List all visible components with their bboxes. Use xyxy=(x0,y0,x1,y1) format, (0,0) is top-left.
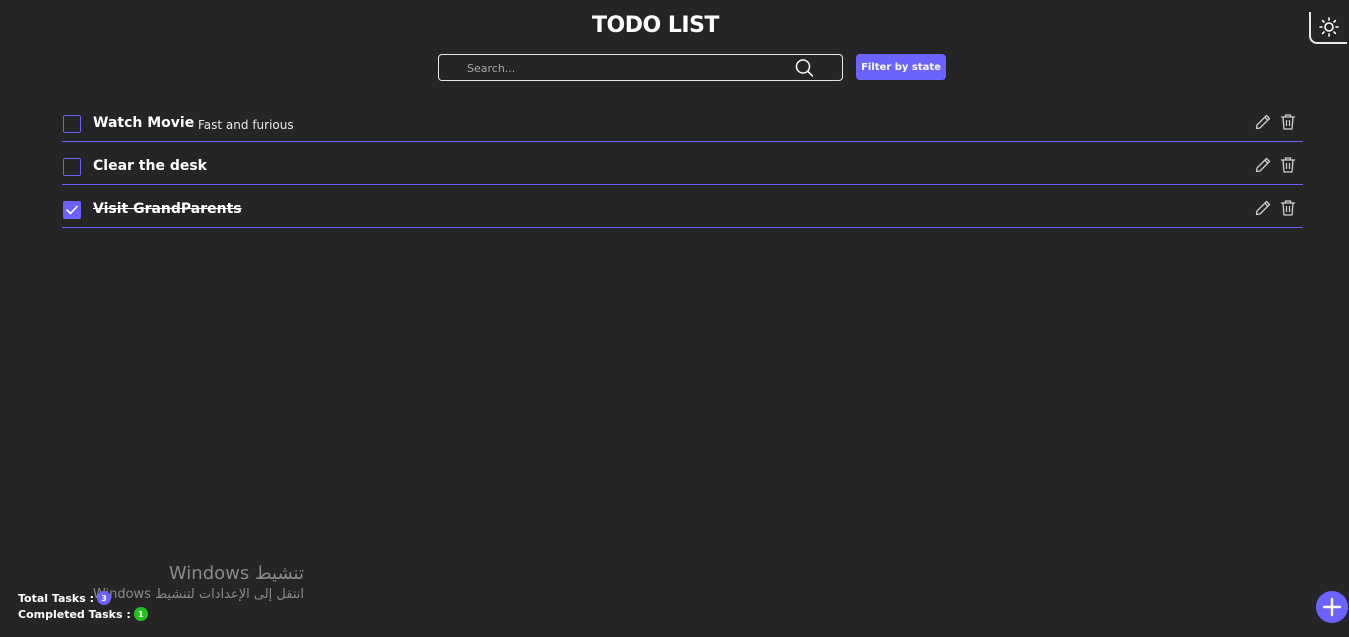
search-input[interactable] xyxy=(467,59,797,77)
task-title: Clear the desk xyxy=(93,158,207,174)
sun-icon xyxy=(1319,17,1339,37)
completed-tasks-badge: 1 xyxy=(133,607,148,621)
task-row: Visit GrandParents xyxy=(62,189,1303,228)
theme-toggle-button[interactable] xyxy=(1309,12,1347,44)
task-stats: Total Tasks : 3 Completed Tasks : 1 xyxy=(18,590,148,622)
search-box xyxy=(438,54,843,81)
task-row: Watch Movie Fast and furious xyxy=(62,103,1303,142)
search-icon[interactable] xyxy=(794,58,816,78)
total-tasks-badge: 3 xyxy=(97,591,112,605)
completed-tasks-label: Completed Tasks : xyxy=(18,607,131,621)
page-title: TODO LIST xyxy=(592,13,719,38)
task-list: Watch Movie Fast and furious Clear the d… xyxy=(62,103,1303,232)
completed-tasks-stat: Completed Tasks : 1 xyxy=(18,606,148,622)
filter-by-state-button[interactable]: Filter by state xyxy=(856,54,946,80)
task-checkbox[interactable] xyxy=(63,158,81,176)
trash-icon[interactable] xyxy=(1280,113,1296,131)
task-description: Fast and furious xyxy=(198,118,294,132)
add-task-button[interactable] xyxy=(1316,591,1348,623)
todo-app: TODO LIST Filter by state Wa xyxy=(0,0,1349,637)
trash-icon[interactable] xyxy=(1280,199,1296,217)
total-tasks-label: Total Tasks : xyxy=(18,591,95,605)
activation-title: تنشيط Windows xyxy=(168,563,304,584)
total-tasks-stat: Total Tasks : 3 xyxy=(18,590,148,606)
checkmark-icon xyxy=(66,205,78,215)
task-title: Watch Movie xyxy=(93,115,195,131)
trash-icon[interactable] xyxy=(1280,156,1296,174)
pencil-icon[interactable] xyxy=(1254,156,1272,174)
pencil-icon[interactable] xyxy=(1254,113,1272,131)
task-checkbox[interactable] xyxy=(63,201,81,219)
task-checkbox[interactable] xyxy=(63,115,81,133)
plus-icon xyxy=(1322,597,1342,617)
pencil-icon[interactable] xyxy=(1254,199,1272,217)
task-row: Clear the desk xyxy=(62,146,1303,185)
task-title: Visit GrandParents xyxy=(93,201,242,217)
